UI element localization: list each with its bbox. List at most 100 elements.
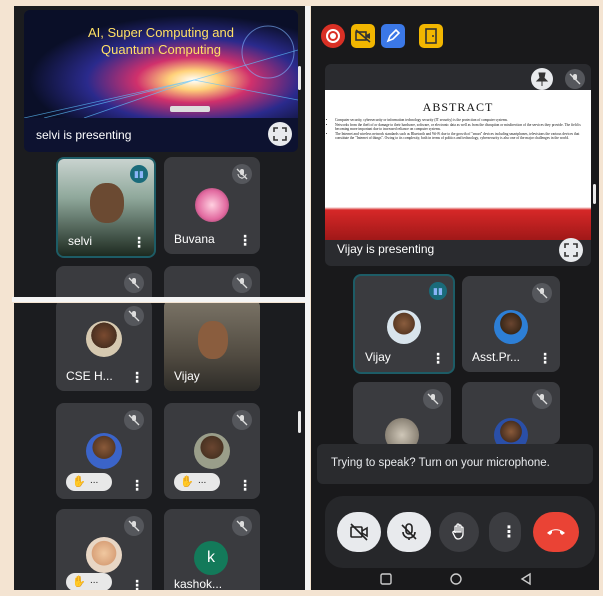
participant-avatar — [194, 433, 230, 469]
mic-off-icon — [423, 389, 443, 409]
participant-tile-partial[interactable] — [56, 266, 152, 298]
microphone-toast: Trying to speak? Turn on your microphone… — [317, 444, 593, 484]
home-icon — [450, 573, 462, 585]
back-icon — [520, 572, 531, 586]
mic-button[interactable] — [387, 512, 431, 552]
participant-name: selvi — [68, 234, 93, 248]
record-icon — [326, 29, 340, 43]
nav-home-button[interactable] — [449, 572, 463, 589]
mic-off-icon — [232, 410, 252, 430]
toast-text: Trying to speak? Turn on your microphone… — [331, 457, 550, 469]
mic-off-icon — [124, 273, 144, 293]
exit-button[interactable] — [419, 24, 443, 48]
participant-avatar — [494, 310, 528, 344]
fullscreen-icon — [564, 243, 578, 257]
participant-tile-vijay[interactable]: ▮▮ Vijay ⋮ — [353, 274, 455, 374]
fullscreen-button[interactable] — [268, 122, 292, 146]
fullscreen-button[interactable] — [559, 238, 583, 262]
flower-avatar — [195, 188, 229, 222]
raised-hand-badge: ✋... — [174, 473, 220, 491]
participant-avatar — [86, 321, 122, 357]
speaking-indicator: ▮▮ — [130, 165, 148, 183]
mic-off-icon — [532, 283, 552, 303]
more-options-button[interactable]: ⋮ — [489, 512, 521, 552]
participant-avatar — [86, 433, 122, 469]
participant-name: Vijay — [174, 369, 200, 383]
presenting-label: Vijay is presenting — [337, 242, 435, 256]
more-vert-icon[interactable]: ⋮ — [238, 233, 252, 247]
presentation-tile[interactable]: ABSTRACT Computer security, cybersecurit… — [325, 64, 591, 266]
end-call-button[interactable] — [533, 512, 579, 552]
camera-toggle[interactable] — [351, 24, 375, 48]
participant-tile-kashok[interactable]: k kashok... — [164, 509, 260, 590]
mic-off-icon — [124, 410, 144, 430]
participant-tile-vijay[interactable]: Vijay — [164, 303, 260, 391]
mic-off-icon — [124, 306, 144, 326]
raised-hand-badge: ✋... — [66, 473, 112, 491]
more-vert-icon[interactable]: ⋮ — [238, 478, 252, 492]
participant-tile-partial[interactable] — [164, 266, 260, 298]
participant-face — [90, 183, 124, 223]
more-vert-icon[interactable]: ⋮ — [130, 478, 144, 492]
end-call-icon — [547, 529, 565, 535]
presenting-label: selvi is presenting — [36, 128, 132, 142]
more-vert-icon[interactable]: ⋮ — [431, 351, 445, 365]
participant-tile-cse[interactable]: CSE H... ⋮ — [56, 303, 152, 391]
right-screen: ABSTRACT Computer security, cybersecurit… — [311, 6, 599, 590]
participant-tile[interactable]: ✋... ⋮ — [56, 509, 152, 590]
more-vert-icon[interactable]: ⋮ — [538, 351, 552, 365]
divider — [12, 297, 308, 302]
more-vert-icon[interactable]: ⋮ — [130, 370, 144, 384]
scrollbar[interactable] — [593, 184, 596, 204]
participant-tile-selvi[interactable]: ▮▮ selvi ⋮ — [56, 157, 156, 258]
mic-off-icon — [232, 164, 252, 184]
mic-off-icon — [232, 516, 252, 536]
camera-button[interactable] — [337, 512, 381, 552]
slide-bullet: The Internet and wireless network standa… — [335, 132, 591, 141]
nav-recents-button[interactable] — [379, 572, 393, 589]
scrollbar[interactable] — [298, 66, 301, 90]
participant-tile[interactable] — [462, 382, 560, 444]
mic-off-icon — [532, 389, 552, 409]
participant-tile-buvana[interactable]: Buvana ⋮ — [164, 157, 260, 254]
participant-tile[interactable] — [353, 382, 451, 444]
raise-hand-button[interactable] — [439, 512, 479, 552]
left-bottom-screen: CSE H... ⋮ Vijay ✋... ⋮ ✋... ⋮ ✋... ⋮ k … — [14, 303, 305, 590]
participant-avatar — [86, 537, 122, 573]
pin-button[interactable] — [531, 68, 553, 90]
nav-back-button[interactable] — [519, 572, 533, 589]
more-vert-icon[interactable]: ⋮ — [130, 578, 144, 590]
mic-off-icon — [401, 523, 417, 540]
participant-name: kashok... — [174, 577, 223, 590]
slide-title: AI, Super Computing and Quantum Computin… — [88, 25, 234, 57]
edit-icon — [386, 28, 401, 43]
participant-tile[interactable]: ✋... ⋮ — [164, 403, 260, 499]
presentation-tile[interactable]: AI, Super Computing and Quantum Computin… — [24, 10, 298, 152]
letter-avatar: k — [194, 541, 228, 575]
participant-name: Buvana — [174, 232, 215, 246]
recents-icon — [380, 573, 392, 585]
participant-face — [198, 321, 228, 359]
scrollbar[interactable] — [298, 411, 301, 433]
left-top-screen: AI, Super Computing and Quantum Computin… — [14, 6, 305, 298]
slide: ABSTRACT Computer security, cybersecurit… — [325, 90, 591, 240]
edit-button[interactable] — [381, 24, 405, 48]
slide-heading: ABSTRACT — [422, 100, 494, 114]
raised-hand-badge: ✋... — [66, 573, 112, 590]
pin-icon — [535, 72, 549, 86]
raise-hand-icon: ✋ — [180, 476, 194, 488]
participant-tile[interactable]: ✋... ⋮ — [56, 403, 152, 499]
participant-tile-asst[interactable]: Asst.Pr... ⋮ — [462, 276, 560, 372]
exit-icon — [425, 28, 437, 44]
slide-bullet: Networks from the theft of or damage to … — [335, 123, 591, 132]
participant-avatar — [494, 418, 528, 444]
more-vert-icon: ⋮ — [501, 524, 517, 541]
slide-bullets: Computer security, cybersecurity or info… — [329, 118, 591, 150]
speaking-indicator: ▮▮ — [429, 282, 447, 300]
no-camera-icon — [350, 523, 368, 541]
record-button[interactable] — [321, 24, 345, 48]
more-vert-icon[interactable]: ⋮ — [132, 235, 146, 249]
mic-off-icon — [565, 69, 585, 89]
participant-avatar — [385, 418, 419, 444]
participant-name: Vijay — [365, 350, 391, 364]
